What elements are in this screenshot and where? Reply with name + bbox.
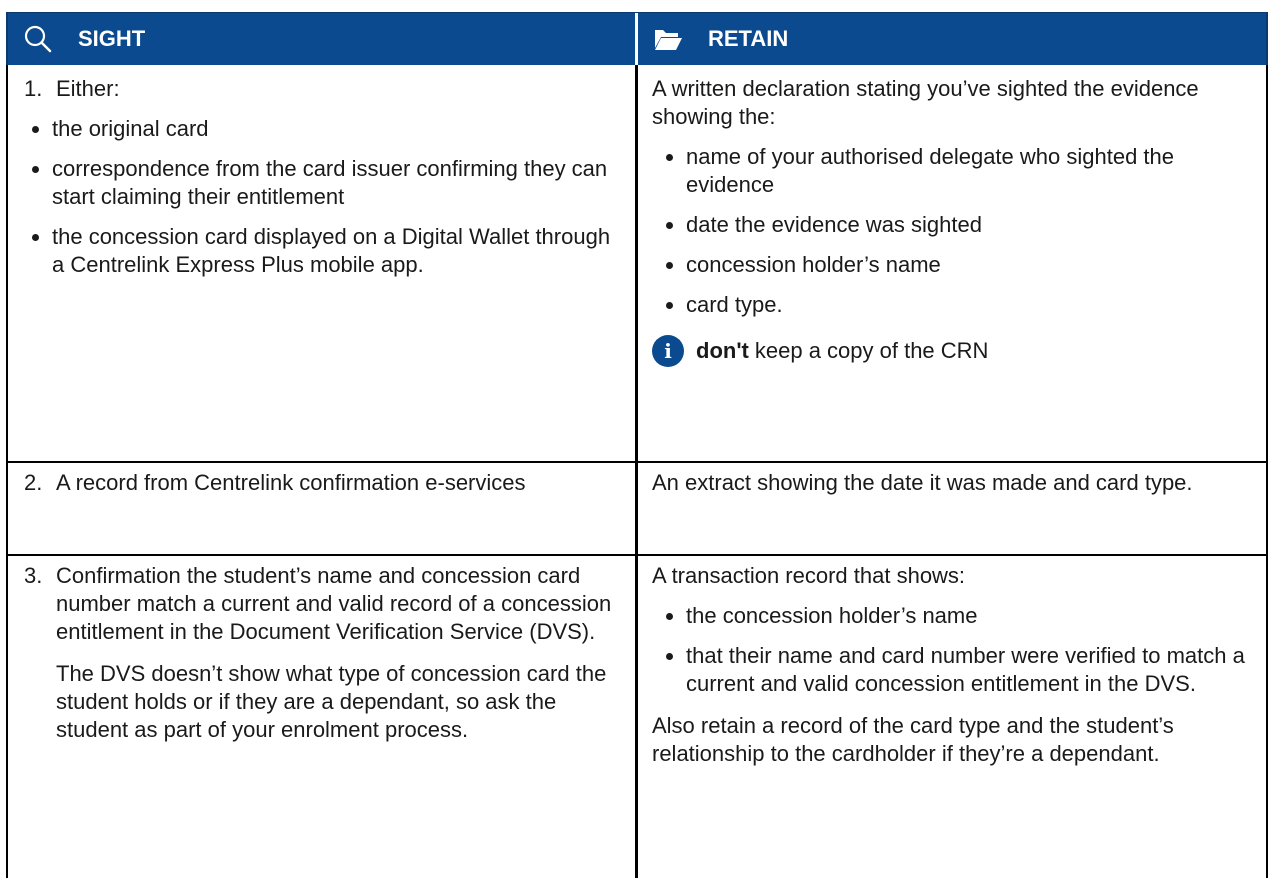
item-number: 3. (24, 563, 43, 588)
numbered-item: 3. Confirmation the student’s name and c… (18, 562, 625, 646)
evidence-table: SIGHT RETAIN 1. Either: the original car… (6, 12, 1268, 878)
note-bold: don't (696, 338, 749, 363)
sight-cell: 3. Confirmation the student’s name and c… (8, 556, 638, 878)
list-item: name of your authorised delegate who sig… (652, 143, 1256, 199)
item-number: 1. (24, 76, 43, 101)
retain-lead: A transaction record that shows: (652, 563, 966, 588)
sight-bullets: the original card correspondence from th… (18, 115, 625, 279)
list-item: card type. (652, 291, 1256, 319)
table-row: 3. Confirmation the student’s name and c… (6, 554, 1268, 878)
list-item: date the evidence was sighted (652, 211, 1256, 239)
retain-cell: A transaction record that shows: the con… (638, 556, 1266, 878)
retain-lead: An extract showing the date it was made … (652, 470, 1193, 495)
info-note: i don't keep a copy of the CRN (652, 335, 1256, 367)
numbered-item: 2. A record from Centrelink confirmation… (18, 469, 625, 497)
retain-bullets: the concession holder’s name that their … (652, 602, 1256, 698)
list-item: the original card (18, 115, 625, 143)
header-sight: SIGHT (8, 13, 638, 65)
note-text: keep a copy of the CRN (754, 338, 989, 363)
header-retain-label: RETAIN (708, 26, 789, 51)
retain-lead: A written declaration stating you’ve sig… (652, 76, 1199, 129)
retain-cell: An extract showing the date it was made … (638, 463, 1266, 554)
item-number: 2. (24, 470, 43, 495)
retain-bullets: name of your authorised delegate who sig… (652, 143, 1256, 319)
sight-cell: 1. Either: the original card corresponde… (8, 65, 638, 461)
table-row: 2. A record from Centrelink confirmation… (6, 461, 1268, 554)
retain-cell: A written declaration stating you’ve sig… (638, 65, 1266, 461)
item-lead: A record from Centrelink confirmation e-… (56, 470, 526, 495)
sight-cell: 2. A record from Centrelink confirmation… (8, 463, 638, 554)
list-item: the concession holder’s name (652, 602, 1256, 630)
retain-note: Also retain a record of the card type an… (652, 713, 1174, 766)
header-sight-label: SIGHT (78, 26, 146, 51)
item-lead: Either: (56, 76, 120, 101)
header-retain: RETAIN (638, 13, 1266, 65)
magnifier-icon (20, 21, 56, 57)
list-item: that their name and card number were ver… (652, 642, 1256, 698)
folder-icon (650, 21, 686, 57)
info-icon: i (652, 335, 684, 367)
numbered-item: 1. Either: (18, 75, 625, 103)
table-header: SIGHT RETAIN (6, 12, 1268, 65)
list-item: the concession card displayed on a Digit… (18, 223, 625, 279)
item-lead: Confirmation the student’s name and conc… (56, 563, 612, 644)
table-row: 1. Either: the original card corresponde… (6, 65, 1268, 461)
list-item: concession holder’s name (652, 251, 1256, 279)
list-item: correspondence from the card issuer conf… (18, 155, 625, 211)
sight-note: The DVS doesn’t show what type of conces… (56, 661, 607, 742)
